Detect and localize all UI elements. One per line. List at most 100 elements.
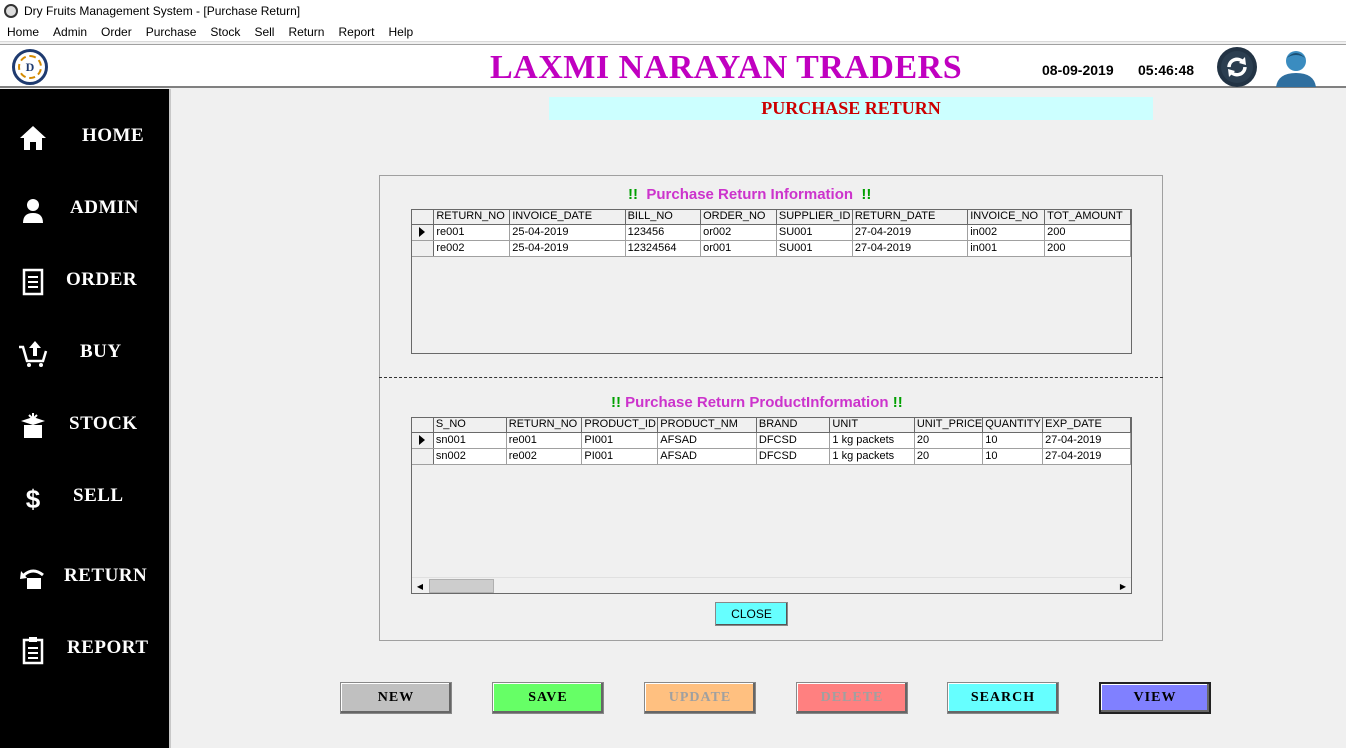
table-row[interactable]: sn001 re001 PI001 AFSAD DFCSD 1 kg packe… [412, 432, 1131, 449]
column-header[interactable]: BILL_NO [625, 210, 702, 225]
table-cell[interactable]: DFCSD [756, 448, 831, 465]
table-cell[interactable]: 200 [1044, 224, 1131, 241]
row-selector[interactable] [412, 432, 434, 449]
section-divider [379, 377, 1163, 378]
table-cell[interactable]: in001 [967, 240, 1046, 257]
column-header[interactable]: RETURN_NO [433, 210, 511, 225]
table-cell[interactable]: 10 [982, 448, 1044, 465]
sidebar-item-sell[interactable]: $ SELL [0, 477, 169, 517]
sidebar-item-return[interactable]: RETURN [0, 557, 169, 597]
table-cell[interactable]: AFSAD [657, 448, 757, 465]
scrollbar-thumb[interactable] [429, 579, 494, 593]
table-cell[interactable]: re002 [506, 448, 583, 465]
column-header[interactable]: TOT_AMOUNT [1044, 210, 1131, 225]
table-cell[interactable]: or002 [700, 224, 777, 241]
view-button[interactable]: VIEW [1099, 682, 1211, 714]
table-cell[interactable]: 25-04-2019 [509, 224, 626, 241]
menu-sell[interactable]: Sell [247, 25, 281, 39]
return-info-title: !! Purchase Return Information !! [628, 186, 872, 203]
column-header[interactable]: ORDER_NO [700, 210, 777, 225]
sidebar-item-home[interactable]: HOME [0, 117, 169, 157]
column-header[interactable]: BRAND [756, 418, 831, 433]
column-header[interactable]: RETURN_NO [506, 418, 583, 433]
app-icon [4, 4, 18, 18]
column-header[interactable]: RETURN_DATE [852, 210, 969, 225]
scroll-right-icon[interactable]: ▶ [1115, 578, 1131, 593]
column-header[interactable]: PRODUCT_NM [657, 418, 757, 433]
table-cell[interactable]: 123456 [625, 224, 702, 241]
table-cell[interactable]: 200 [1044, 240, 1131, 257]
column-header[interactable]: S_NO [433, 418, 507, 433]
table-cell[interactable]: 27-04-2019 [852, 224, 969, 241]
table-cell[interactable]: 27-04-2019 [1042, 432, 1131, 449]
table-cell[interactable]: re001 [506, 432, 583, 449]
table-cell[interactable]: AFSAD [657, 432, 757, 449]
product-info-grid[interactable]: S_NO RETURN_NO PRODUCT_ID PRODUCT_NM BRA… [411, 417, 1132, 594]
menu-purchase[interactable]: Purchase [139, 25, 204, 39]
menu-report[interactable]: Report [331, 25, 381, 39]
return-info-grid[interactable]: RETURN_NO INVOICE_DATE BILL_NO ORDER_NO … [411, 209, 1132, 354]
close-button[interactable]: CLOSE [715, 602, 788, 626]
column-header[interactable]: QUANTITY [982, 418, 1044, 433]
table-cell[interactable]: 1 kg packets [829, 448, 915, 465]
table-cell[interactable]: PI001 [581, 448, 659, 465]
table-cell[interactable]: 27-04-2019 [1042, 448, 1131, 465]
company-logo: D [12, 49, 48, 85]
current-row-arrow-icon [419, 435, 425, 446]
sidebar-item-buy[interactable]: BUY [0, 333, 169, 373]
table-cell[interactable]: sn002 [433, 448, 507, 465]
horizontal-scrollbar[interactable]: ◀ ▶ [412, 577, 1131, 593]
table-cell[interactable]: DFCSD [756, 432, 831, 449]
column-header[interactable]: INVOICE_DATE [509, 210, 626, 225]
table-cell[interactable]: PI001 [581, 432, 659, 449]
column-header[interactable]: EXP_DATE [1042, 418, 1131, 433]
app-header: D LAXMI NARAYAN TRADERS 08-09-2019 05:46… [0, 44, 1346, 88]
table-cell[interactable]: SU001 [776, 240, 853, 257]
update-button[interactable]: UPDATE [644, 682, 756, 714]
row-selector[interactable] [412, 224, 435, 241]
column-header[interactable]: UNIT [829, 418, 915, 433]
table-cell[interactable]: 20 [914, 448, 984, 465]
scroll-left-icon[interactable]: ◀ [412, 578, 428, 593]
menu-admin[interactable]: Admin [46, 25, 94, 39]
window-titlebar: Dry Fruits Management System - [Purchase… [0, 0, 1346, 22]
row-selector[interactable] [412, 448, 434, 465]
new-button[interactable]: NEW [340, 682, 452, 714]
table-cell[interactable]: 10 [982, 432, 1044, 449]
menu-return[interactable]: Return [281, 25, 331, 39]
table-row[interactable]: sn002 re002 PI001 AFSAD DFCSD 1 kg packe… [412, 448, 1131, 465]
menu-order[interactable]: Order [94, 25, 139, 39]
table-cell[interactable]: re002 [433, 240, 511, 257]
menu-stock[interactable]: Stock [203, 25, 247, 39]
table-cell[interactable]: 25-04-2019 [509, 240, 626, 257]
sidebar-item-report[interactable]: REPORT [0, 629, 169, 669]
table-cell[interactable]: or001 [700, 240, 777, 257]
delete-button[interactable]: DELETE [796, 682, 908, 714]
column-header[interactable]: PRODUCT_ID [581, 418, 659, 433]
column-header[interactable]: UNIT_PRICE [914, 418, 984, 433]
table-cell[interactable]: re001 [433, 224, 511, 241]
sidebar-item-stock[interactable]: STOCK [0, 405, 169, 445]
table-cell[interactable]: in002 [967, 224, 1046, 241]
table-cell[interactable]: sn001 [433, 432, 507, 449]
sidebar-label-stock: STOCK [69, 413, 138, 434]
column-header[interactable]: INVOICE_NO [967, 210, 1046, 225]
table-cell[interactable]: 1 kg packets [829, 432, 915, 449]
menu-home[interactable]: Home [0, 25, 46, 39]
sidebar-item-order[interactable]: ORDER [0, 261, 169, 301]
row-selector[interactable] [412, 240, 435, 257]
save-button[interactable]: SAVE [492, 682, 604, 714]
search-button[interactable]: SEARCH [947, 682, 1059, 714]
table-cell[interactable]: 20 [914, 432, 984, 449]
menu-help[interactable]: Help [382, 25, 421, 39]
table-cell[interactable]: 27-04-2019 [852, 240, 969, 257]
refresh-icon[interactable] [1217, 47, 1257, 87]
table-row[interactable]: re002 25-04-2019 12324564 or001 SU001 27… [412, 240, 1131, 257]
column-header[interactable]: SUPPLIER_ID [776, 210, 853, 225]
table-cell[interactable]: SU001 [776, 224, 853, 241]
table-cell[interactable]: 12324564 [625, 240, 702, 257]
user-avatar-icon[interactable] [1272, 47, 1320, 87]
sidebar-item-admin[interactable]: ADMIN [0, 189, 169, 229]
table-row[interactable]: re001 25-04-2019 123456 or002 SU001 27-0… [412, 224, 1131, 241]
sidebar-label-order: ORDER [66, 269, 138, 290]
